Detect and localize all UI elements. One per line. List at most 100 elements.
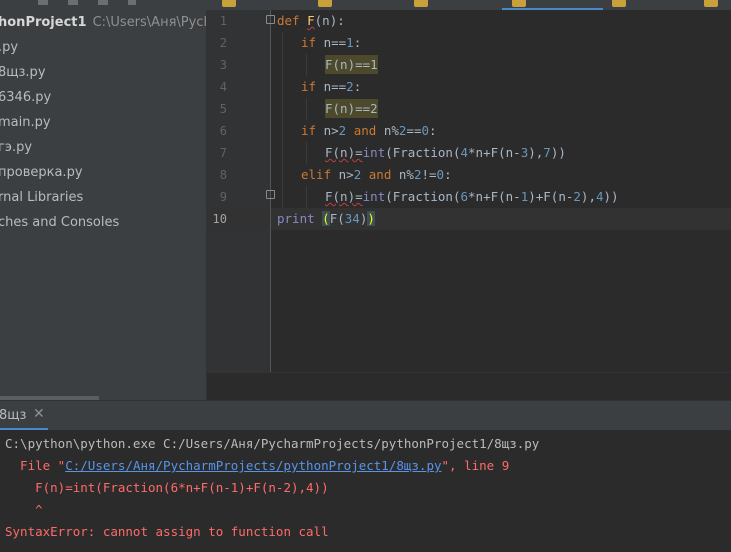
indent-guide [306,98,307,120]
code-token-builtin: int [362,145,386,160]
editor-bottom-area [207,372,731,401]
code-line-5: F(n)==2 [325,98,378,120]
tree-item-file[interactable]: main.py [0,114,51,132]
code-token: n== [323,35,347,50]
tree-item-file[interactable]: .py [0,39,18,57]
tree-item-file[interactable]: гэ.py [0,139,32,157]
code-token: (Fraction( [385,189,461,204]
code-token-keyword: if [301,123,317,138]
code-token-number: 4 [460,145,469,160]
code-token-keyword: if [301,79,317,94]
code-token: )+F(n- [528,189,574,204]
code-token-number: 2 [573,189,581,204]
code-token: n% [383,123,399,138]
line-number: 2 [219,36,227,50]
editor-tab[interactable] [612,0,626,7]
code-line-9: F(n)=int(Fraction(6*n+F(n-1)+F(n-2),4)) [325,186,619,208]
code-token-builtin: int [362,189,386,204]
console-error-message: SyntaxError: cannot assign to function c… [5,524,329,539]
code-token: == [406,123,422,138]
line-number: 1 [219,14,227,28]
close-icon[interactable]: ✕ [33,406,45,422]
code-token-number: 1 [346,35,354,50]
code-token: F(n)= [325,145,363,160]
tree-item-scratches[interactable]: ches and Consoles [0,214,119,232]
code-line-2: if n==1: [301,32,361,54]
code-expression-highlighted: F(n)==1 [325,55,378,74]
code-line-8: elif n>2 and n%2!=0: [301,164,452,186]
console-traceback-code: F(n)=int(Fraction(6*n+F(n-1)+F(n-2),4)) [5,480,329,495]
code-token: : [444,167,452,182]
editor-tab[interactable] [704,0,718,7]
code-token-number: 0 [436,167,445,182]
code-line-1: def F(n): [277,10,345,32]
run-console[interactable]: C:\python\python.exe C:/Users/Аня/Pychar… [0,430,731,552]
tree-item-file[interactable]: 8щз.py [0,64,46,82]
code-token-number: 2 [353,167,362,182]
console-command-line: C:\python\python.exe C:/Users/Аня/Pychar… [5,436,540,451]
fold-marker-icon[interactable] [266,15,275,24]
tree-item-file[interactable]: 6346.py [0,89,51,107]
code-token: n== [323,79,347,94]
editor-tab[interactable] [222,0,236,7]
code-token: : [353,35,362,50]
code-token-number: 0 [421,123,430,138]
code-line-7: F(n)=int(Fraction(4*n+F(n-3),7)) [325,142,566,164]
toolbar-icon[interactable] [68,0,78,5]
code-token-keyword: def [277,13,300,28]
code-brace-match: ( [322,211,330,226]
run-tab[interactable]: 8щз [0,408,26,423]
code-token: ), [580,189,596,204]
fold-end-icon[interactable] [266,190,275,199]
code-token-number: 34 [344,211,360,226]
code-brace-match: ) [367,211,375,226]
tree-item-external-libraries[interactable]: rnal Libraries [0,189,83,207]
line-number: 3 [219,58,227,72]
toolbar-icon[interactable] [128,0,136,5]
console-traceback-file: File "C:/Users/Аня/PycharmProjects/pytho… [5,455,509,477]
project-name: honProject1 [0,15,87,30]
console-file-link[interactable]: C:/Users/Аня/PycharmProjects/pythonProje… [65,458,441,473]
line-number-current: 10 [212,212,227,226]
code-token-number: 4 [595,189,604,204]
code-expression-highlighted: F(n)==2 [325,99,378,118]
project-root[interactable]: honProject1 C:\Users\Аня\Pychar [0,14,225,32]
line-number: 8 [219,168,227,182]
indent-guide [306,54,307,76]
project-sidebar: honProject1 C:\Users\Аня\Pychar .py 8щз.p… [0,10,225,406]
code-token: n> [323,123,339,138]
code-token: (Fraction( [385,145,461,160]
top-toolbar [0,0,731,11]
run-tool-window-header: 8щз ✕ [0,400,731,431]
code-token-number: 2 [346,79,354,94]
editor-tab[interactable] [414,0,428,7]
code-line-4: if n==2: [301,76,361,98]
code-token: != [421,167,437,182]
editor-tab[interactable] [318,0,332,7]
code-token: F(n)= [325,189,363,204]
line-number: 6 [219,124,227,138]
indent-guide [306,186,307,208]
code-token: )) [603,189,619,204]
indent-guide [306,142,307,164]
code-token: : [429,123,437,138]
toolbar-icon[interactable] [38,0,48,5]
code-token-builtin: print [277,211,315,226]
editor-tab-active[interactable] [512,0,526,7]
code-token: n% [398,167,414,182]
code-token-keyword: and [368,167,392,182]
code-token-number: 6 [460,189,469,204]
console-text: ", line 9 [441,458,510,473]
line-number: 5 [219,102,227,116]
toolbar-icon[interactable] [98,0,108,5]
code-token-function: F [307,13,315,28]
tree-item-file[interactable]: проверка.py [0,164,83,182]
console-text: File " [5,458,66,473]
code-token: n> [338,167,354,182]
code-line-6: if n>2 and n%2==0: [301,120,437,142]
code-token: )) [550,145,566,160]
code-token-keyword: elif [301,167,332,182]
line-number: 7 [219,146,227,160]
code-token-keyword: and [353,123,377,138]
code-token: : [353,79,362,94]
